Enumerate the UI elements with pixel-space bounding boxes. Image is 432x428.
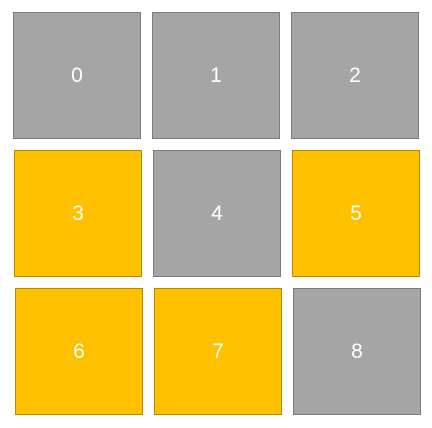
tile-label: 3 bbox=[72, 201, 84, 225]
tile-0[interactable]: 0 bbox=[13, 12, 141, 139]
tile-7[interactable]: 7 bbox=[154, 288, 282, 415]
tile-4[interactable]: 4 bbox=[153, 150, 281, 277]
tile-grid: 0 1 2 3 4 5 6 7 8 bbox=[0, 0, 432, 428]
tile-label: 2 bbox=[349, 63, 361, 87]
tile-label: 5 bbox=[350, 201, 362, 225]
tile-5[interactable]: 5 bbox=[292, 150, 420, 277]
tile-1[interactable]: 1 bbox=[152, 12, 280, 139]
tile-8[interactable]: 8 bbox=[293, 288, 421, 415]
tile-label: 7 bbox=[212, 339, 224, 363]
tile-label: 6 bbox=[73, 339, 85, 363]
tile-label: 0 bbox=[71, 63, 83, 87]
tile-6[interactable]: 6 bbox=[15, 288, 143, 415]
tile-2[interactable]: 2 bbox=[291, 12, 419, 139]
tile-label: 8 bbox=[351, 339, 363, 363]
tile-label: 1 bbox=[210, 63, 222, 87]
tile-label: 4 bbox=[211, 201, 223, 225]
tile-3[interactable]: 3 bbox=[14, 150, 142, 277]
